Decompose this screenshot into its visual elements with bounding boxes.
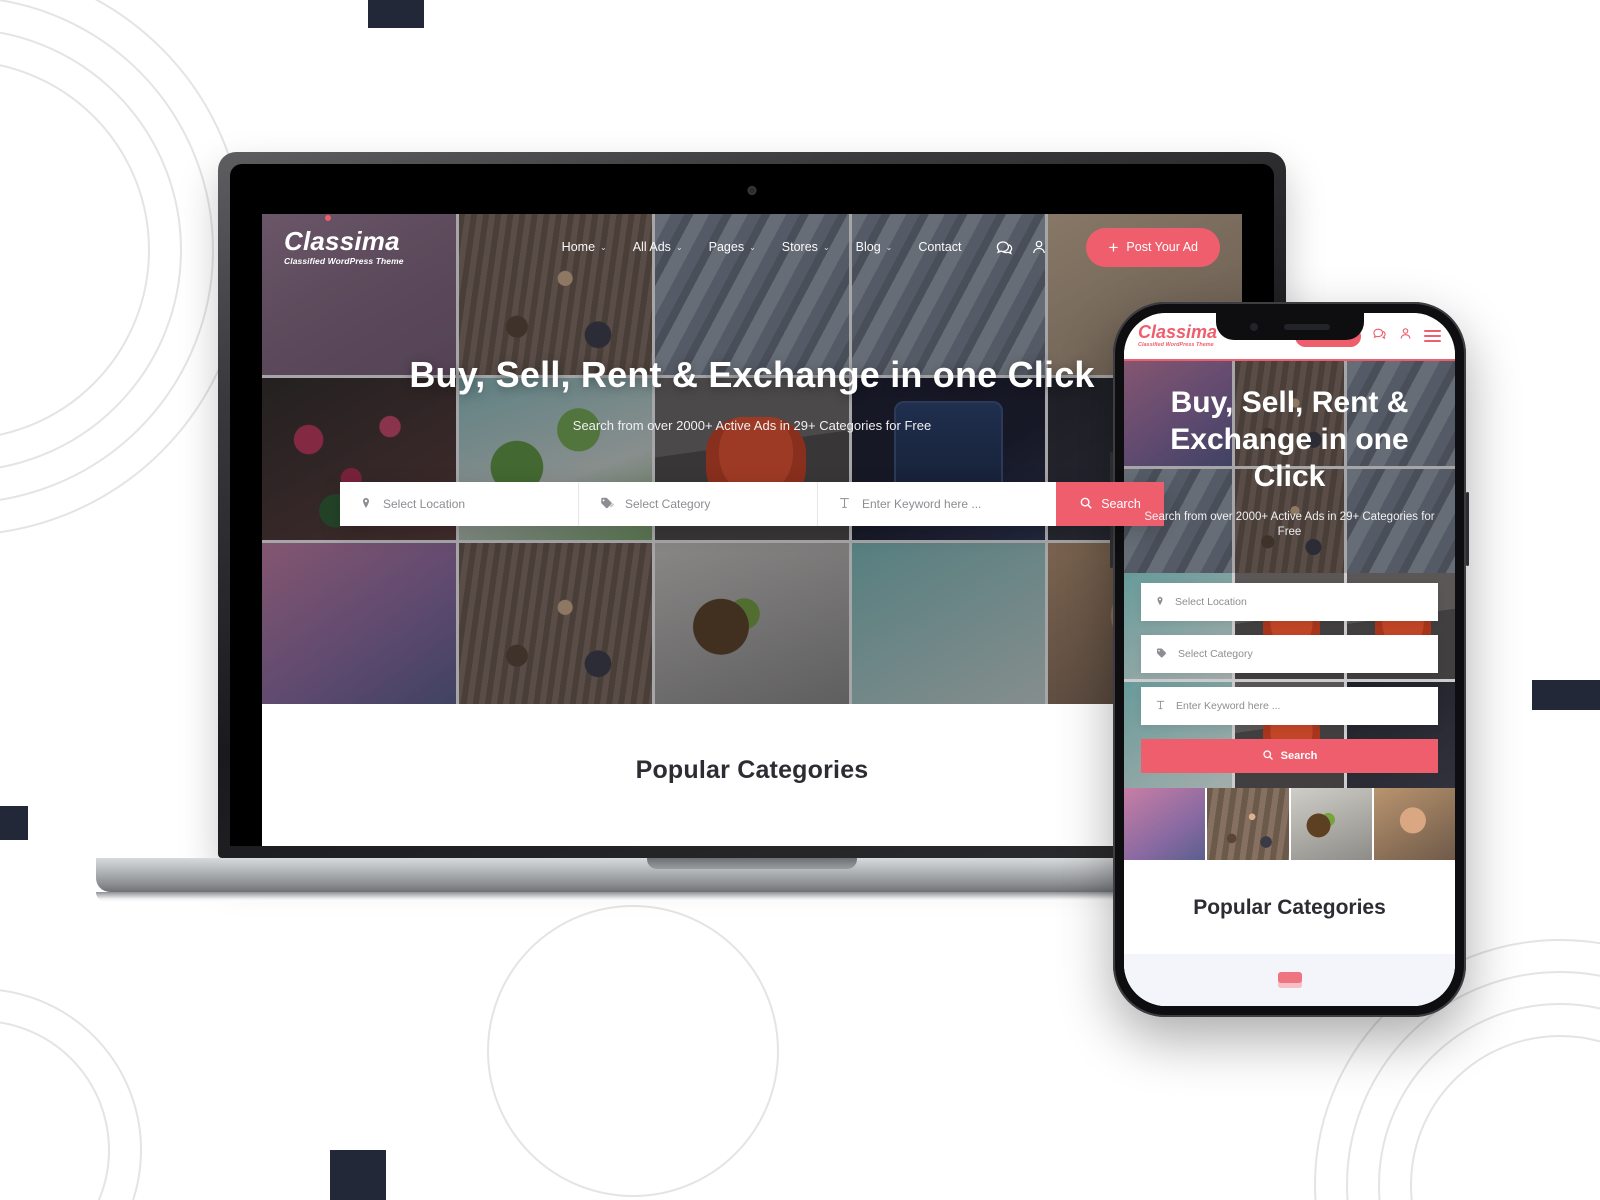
post-your-ad-button[interactable]: + Post Your Ad [1086,227,1220,267]
chevron-down-icon: ⌄ [885,242,893,252]
promo-mockup-canvas: Classima Classified WordPress Theme Home… [0,0,1600,1200]
mobile-hero-subtitle: Search from over 2000+ Active Ads in 29+… [1144,510,1435,539]
chat-icon[interactable] [995,238,1014,257]
phone-power-button [1466,492,1469,566]
nav-item-blog[interactable]: Blog ⌄ [856,240,893,254]
hero-subtitle: Search from over 2000+ Active Ads in 29+… [572,418,932,433]
nav-item-home[interactable]: Home ⌄ [562,240,607,254]
hero-dark-overlay [262,214,1242,704]
chevron-down-icon: ⌄ [600,242,607,252]
phone-screen: Classima Classified WordPress Theme + Po… [1124,313,1455,1006]
desktop-website-viewport: Classima Classified WordPress Theme Home… [262,214,1242,846]
earpiece-speaker-icon [1283,323,1330,330]
mobile-hero: Buy, Sell, Rent & Exchange in one Click … [1124,361,1455,573]
user-icon[interactable] [1030,238,1048,256]
chevron-down-icon: ⌄ [749,242,756,252]
plus-icon: + [1108,237,1119,257]
chat-icon[interactable] [1372,326,1387,346]
location-placeholder: Select Location [383,497,466,511]
nav-item-stores[interactable]: Stores ⌄ [782,240,830,254]
mobile-keyword-placeholder: Enter Keyword here ... [1176,700,1281,712]
search-button-label: Search [1101,497,1141,511]
hero-title: Buy, Sell, Rent & Exchange in one Click [409,354,1095,395]
mobile-category-row [1124,954,1455,1006]
popular-categories-title: Popular Categories [635,756,869,784]
desktop-site-header: Classima Classified WordPress Theme Home… [262,214,1242,280]
mobile-search-button-label: Search [1280,750,1318,762]
chevron-down-icon: ⌄ [675,242,683,252]
nav-label: Pages [708,240,745,254]
front-camera-icon [1249,322,1258,331]
decoration-square-right [1532,680,1600,710]
text-cursor-icon [1155,699,1166,714]
category-placeholder: Select Category [625,497,711,511]
mobile-search-button[interactable]: Search [1141,739,1438,773]
nav-item-all-ads[interactable]: All Ads ⌄ [633,240,683,254]
hamburger-menu-icon[interactable] [1424,330,1441,342]
tag-icon [1155,647,1168,662]
nav-label: All Ads [632,240,671,254]
brand-name: Classima [284,226,400,257]
mobile-brand-tagline: Classified WordPress Theme [1138,342,1214,349]
mobile-location-field[interactable]: Select Location [1141,583,1438,621]
post-your-ad-label: Post Your Ad [1126,240,1198,254]
keyword-placeholder: Enter Keyword here ... [862,497,982,511]
decoration-square-bottom [330,1150,386,1200]
text-cursor-icon [838,496,851,513]
decoration-square-top [368,0,424,28]
nav-label: Contact [918,240,962,254]
mobile-search-form: Select Location Select Category Enter Ke… [1141,583,1438,773]
category-field[interactable]: Select Category [579,482,818,526]
header-icon-group [995,238,1048,257]
webcam-icon [747,186,757,195]
phone-mockup: Classima Classified WordPress Theme + Po… [1110,302,1469,1017]
desktop-popular-categories-section: Popular Categories [262,704,1242,785]
brand-dot-icon [325,215,331,221]
chevron-down-icon: ⌄ [822,242,830,252]
map-pin-icon [360,496,372,513]
search-icon [1262,749,1274,764]
category-icon[interactable] [1277,972,1302,988]
mobile-photo-strip [1124,788,1455,860]
desktop-main-nav: Home ⌄ All Ads ⌄ Pages ⌄ Stores ⌄ Blog ⌄… [562,227,1220,267]
mobile-location-placeholder: Select Location [1175,596,1247,608]
mobile-hero-copy: Buy, Sell, Rent & Exchange in one Click … [1138,385,1441,541]
nav-item-contact[interactable]: Contact [918,240,961,254]
nav-label: Stores [781,240,818,254]
search-icon [1079,496,1093,513]
keyword-field[interactable]: Enter Keyword here ... [818,482,1056,526]
mobile-brand-name: Classima [1138,322,1218,343]
brand-logo[interactable]: Classima Classified WordPress Theme [284,215,404,267]
nav-label: Blog [855,240,881,254]
user-icon[interactable] [1398,326,1413,346]
mobile-keyword-field[interactable]: Enter Keyword here ... [1141,687,1438,725]
desktop-hero-copy: Buy, Sell, Rent & Exchange in one Click … [262,354,1242,433]
location-field[interactable]: Select Location [340,482,579,526]
mobile-hero-title: Buy, Sell, Rent & Exchange in one Click [1170,386,1409,493]
map-pin-icon [1155,595,1165,610]
brand-tagline: Classified WordPress Theme [284,256,404,267]
mobile-brand-logo[interactable]: Classima Classified WordPress Theme [1138,323,1217,349]
tag-icon [599,496,615,513]
mobile-search-section: Select Location Select Category Enter Ke… [1124,573,1455,788]
mobile-popular-categories-title: Popular Categories [1193,896,1386,919]
desktop-search-bar: Select Location Select Category Enter Ke… [340,482,1164,526]
desktop-hero: Classima Classified WordPress Theme Home… [262,214,1242,704]
nav-label: Home [561,240,596,254]
mobile-popular-categories-section: Popular Categories [1124,860,1455,1006]
mobile-category-placeholder: Select Category [1178,648,1253,660]
mobile-category-field[interactable]: Select Category [1141,635,1438,673]
decoration-square-left [0,806,28,840]
phone-notch [1215,313,1364,340]
nav-item-pages[interactable]: Pages ⌄ [709,240,756,254]
